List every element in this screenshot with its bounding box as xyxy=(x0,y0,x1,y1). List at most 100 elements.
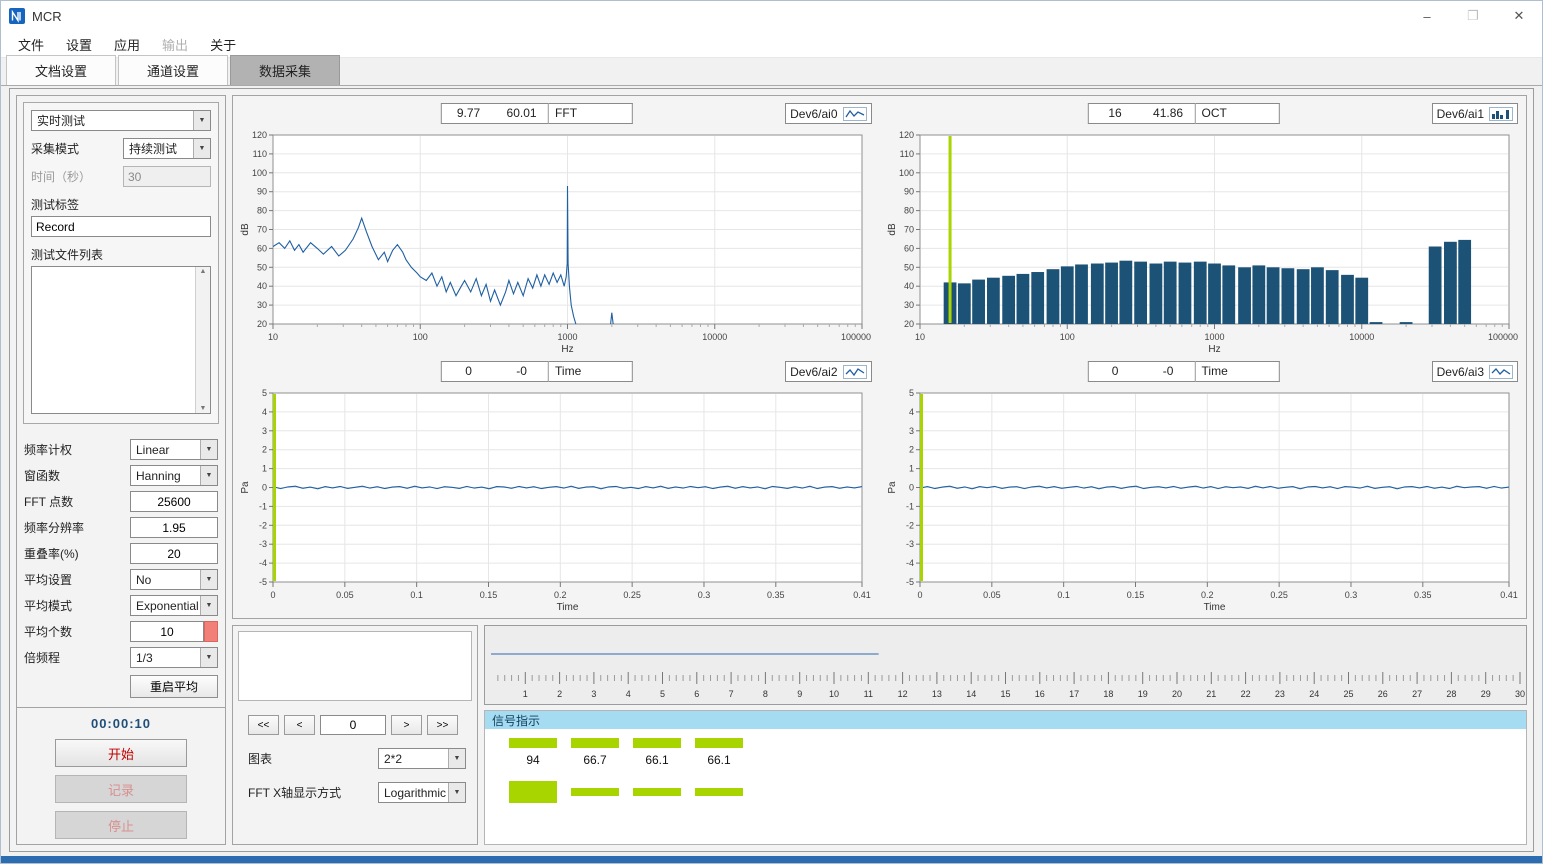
signal-meter: 66.1 xyxy=(695,738,743,767)
empty-display-box xyxy=(238,631,472,701)
bar-chart-icon xyxy=(1489,107,1513,121)
chart-layout-select[interactable]: 2*2 ▼ xyxy=(378,748,466,769)
svg-text:0.2: 0.2 xyxy=(1201,590,1214,600)
channel-selector[interactable]: Dev6/ai1 xyxy=(1432,103,1518,124)
test-file-listbox[interactable]: ▲ ▼ xyxy=(31,266,211,414)
fft-points-input[interactable] xyxy=(130,491,218,512)
avg-setting-select[interactable]: No▼ xyxy=(130,569,218,590)
stop-button[interactable]: 停止 xyxy=(55,811,187,839)
fft-plot[interactable]: 2030405060708090100110120101001000100001… xyxy=(237,127,876,356)
time-plot-ai2[interactable]: -5-4-3-2-101234500.050.10.150.20.250.30.… xyxy=(237,385,876,614)
svg-text:1000: 1000 xyxy=(1204,332,1224,342)
signal-value: 66.1 xyxy=(633,753,681,767)
svg-text:9: 9 xyxy=(797,689,802,699)
maximize-button[interactable]: ❐ xyxy=(1450,1,1496,31)
svg-text:dB: dB xyxy=(240,223,251,236)
test-label-input[interactable] xyxy=(31,216,211,237)
svg-text:26: 26 xyxy=(1378,689,1388,699)
svg-text:0.1: 0.1 xyxy=(410,590,423,600)
chevron-down-icon: ▼ xyxy=(200,596,217,615)
oct-chart-panel: 16 41.86 OCT Dev6/ai1 203040506070 xyxy=(884,98,1523,356)
avg-mode-select[interactable]: Exponential▼ xyxy=(130,595,218,616)
nav-next-button[interactable]: > xyxy=(391,715,422,735)
svg-text:5: 5 xyxy=(262,388,267,398)
octave-select[interactable]: 1/3▼ xyxy=(130,647,218,668)
chart-kind-box: OCT xyxy=(1196,103,1280,124)
close-button[interactable]: ✕ xyxy=(1496,1,1542,31)
fft-points-label: FFT 点数 xyxy=(24,493,73,510)
record-button[interactable]: 记录 xyxy=(55,775,187,803)
test-mode-select[interactable]: 实时测试 ▼ xyxy=(31,110,211,131)
signal-level-bar xyxy=(695,738,743,748)
avg-count-label: 平均个数 xyxy=(24,623,72,640)
chevron-down-icon: ▼ xyxy=(193,139,210,158)
start-button[interactable]: 开始 xyxy=(55,739,187,767)
window-function-select[interactable]: Hanning▼ xyxy=(130,465,218,486)
acq-mode-select[interactable]: 持续测试 ▼ xyxy=(123,138,211,159)
signal-level-bar xyxy=(571,738,619,748)
svg-text:-1: -1 xyxy=(905,501,913,511)
file-list-body[interactable] xyxy=(32,267,195,413)
bottom-row: << < > >> 图表 2*2 ▼ FFT X轴显示方式 xyxy=(232,625,1527,845)
minimize-button[interactable]: – xyxy=(1404,1,1450,31)
run-control-section: 00:00:10 开始 记录 停止 xyxy=(17,707,225,845)
svg-text:30: 30 xyxy=(1515,689,1525,699)
svg-text:6: 6 xyxy=(694,689,699,699)
freq-resolution-label: 频率分辨率 xyxy=(24,519,84,536)
svg-text:1: 1 xyxy=(262,464,267,474)
window-bottom-accent xyxy=(1,856,1542,863)
svg-text:70: 70 xyxy=(257,225,267,235)
svg-text:22: 22 xyxy=(1241,689,1251,699)
fft-xaxis-select[interactable]: Logarithmic ▼ xyxy=(378,782,466,803)
tab-document-settings[interactable]: 文档设置 xyxy=(6,55,116,85)
svg-text:5: 5 xyxy=(660,689,665,699)
svg-text:80: 80 xyxy=(903,206,913,216)
app-logo-icon xyxy=(9,8,25,24)
nav-index-input[interactable] xyxy=(320,715,386,735)
scroll-up-icon[interactable]: ▲ xyxy=(200,268,207,275)
svg-text:80: 80 xyxy=(257,206,267,216)
file-list-scrollbar[interactable]: ▲ ▼ xyxy=(195,267,210,413)
avg-count-input[interactable] xyxy=(130,621,204,642)
main-area: 9.77 60.01 FFT Dev6/ai0 2030405060 xyxy=(232,95,1527,845)
svg-text:3: 3 xyxy=(908,426,913,436)
signal-meter: 66.7 xyxy=(571,738,619,767)
channel-selector[interactable]: Dev6/ai3 xyxy=(1432,361,1518,382)
svg-text:0.35: 0.35 xyxy=(1414,590,1432,600)
svg-text:4: 4 xyxy=(262,407,267,417)
oct-plot[interactable]: 2030405060708090100110120101001000100001… xyxy=(884,127,1523,356)
freq-weighting-select[interactable]: Linear▼ xyxy=(130,439,218,460)
tab-channel-settings[interactable]: 通道设置 xyxy=(118,55,228,85)
record-overview-strip[interactable]: 1234567891011121314151617181920212223242… xyxy=(484,625,1527,705)
svg-text:40: 40 xyxy=(257,281,267,291)
svg-text:20: 20 xyxy=(257,319,267,329)
svg-text:0: 0 xyxy=(917,590,922,600)
acquisition-sidebar: 实时测试 ▼ 采集模式 持续测试 ▼ 时间（秒） 测试标签 测试文件列表 xyxy=(16,95,226,845)
nav-prev-button[interactable]: < xyxy=(284,715,315,735)
freq-resolution-input[interactable] xyxy=(130,517,218,538)
charts-grid: 9.77 60.01 FFT Dev6/ai0 2030405060 xyxy=(232,95,1527,619)
svg-text:-2: -2 xyxy=(905,520,913,530)
cursor-x-readout: 16 xyxy=(1089,104,1142,123)
channel-selector[interactable]: Dev6/ai2 xyxy=(785,361,871,382)
channel-label: Dev6/ai2 xyxy=(790,365,837,379)
svg-text:0.3: 0.3 xyxy=(698,590,711,600)
svg-text:-2: -2 xyxy=(259,520,267,530)
signal-meter: 94 xyxy=(509,738,557,767)
restart-average-button[interactable]: 重启平均 xyxy=(130,675,218,698)
nav-last-button[interactable]: >> xyxy=(427,715,458,735)
signal-level-bar xyxy=(509,738,557,748)
line-chart-icon xyxy=(843,365,867,379)
signal-panel: 信号指示 94 66.7 xyxy=(484,710,1527,845)
avg-count-alert xyxy=(204,621,218,642)
svg-text:-4: -4 xyxy=(905,558,913,568)
tab-data-acquisition[interactable]: 数据采集 xyxy=(230,55,340,85)
time-plot-ai3[interactable]: -5-4-3-2-101234500.050.10.150.20.250.30.… xyxy=(884,385,1523,614)
channel-selector[interactable]: Dev6/ai0 xyxy=(785,103,871,124)
scroll-down-icon[interactable]: ▼ xyxy=(200,405,207,412)
svg-text:0.25: 0.25 xyxy=(1270,590,1288,600)
nav-first-button[interactable]: << xyxy=(248,715,279,735)
overlap-input[interactable] xyxy=(130,543,218,564)
svg-text:110: 110 xyxy=(253,149,267,159)
svg-text:24: 24 xyxy=(1309,689,1319,699)
